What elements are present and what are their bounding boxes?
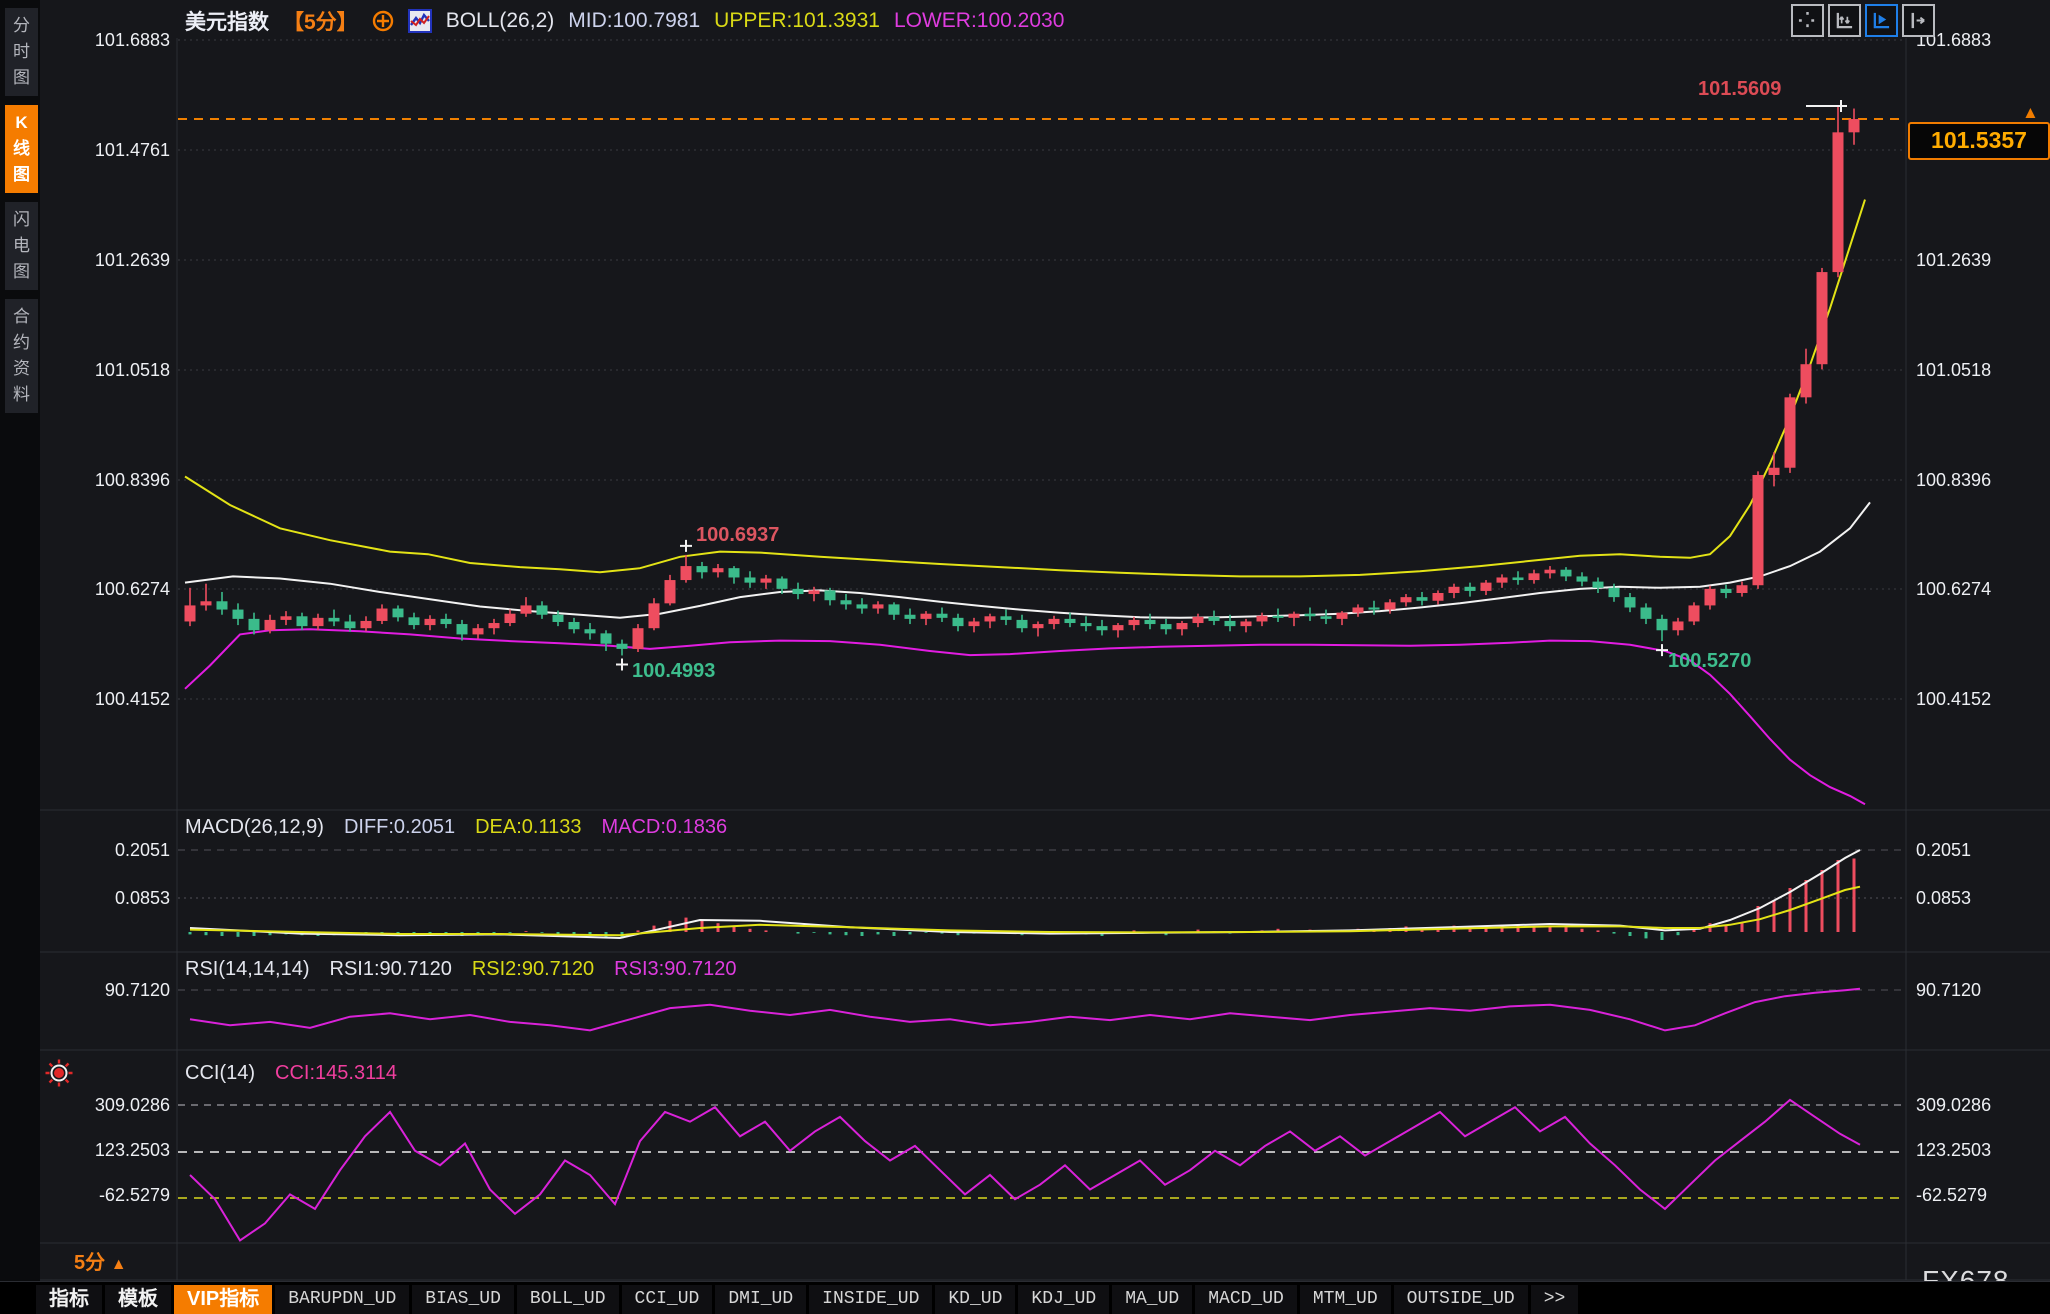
left-axis-tick: 0.0853: [36, 887, 170, 909]
left-axis-tick: 100.8396: [36, 469, 170, 491]
right-axis-tick: 123.2503: [1916, 1139, 2050, 1161]
indicator-tab-mtm_ud[interactable]: MTM_UD: [1300, 1285, 1391, 1314]
sidebar-tab-4[interactable]: 合 约 资 料: [5, 299, 38, 413]
right-axis-tick: 100.4152: [1916, 688, 2050, 710]
macd-dea-value: DEA:0.1133: [475, 816, 581, 839]
symbol-title: 美元指数: [185, 6, 269, 36]
right-axis-tick: 101.2639: [1916, 249, 2050, 271]
extreme-markers: [616, 100, 1847, 670]
indicator-chart-icon[interactable]: [408, 9, 432, 33]
right-axis-tick: 101.0518: [1916, 359, 2050, 381]
indicator-tab-kdj_ud[interactable]: KDJ_UD: [1018, 1285, 1109, 1314]
indicator-tab-[interactable]: 指标: [36, 1285, 102, 1314]
indicator-tab-inside_ud[interactable]: INSIDE_UD: [809, 1285, 932, 1314]
candlestick-series: [185, 106, 1860, 655]
right-axis-tick: 100.6274: [1916, 578, 2050, 600]
pan-crosshair-icon[interactable]: [1791, 4, 1824, 37]
shift-right-icon[interactable]: [1902, 4, 1935, 37]
right-axis-tick: -62.5279: [1916, 1184, 2050, 1206]
price-annotation: 100.5270: [1668, 650, 1751, 673]
cci-value: CCI:145.3114: [275, 1062, 397, 1085]
rsi1-value: RSI1:90.7120: [330, 958, 452, 981]
indicator-tab-kd_ud[interactable]: KD_UD: [935, 1285, 1015, 1314]
price-annotation: 101.5609: [1698, 78, 1781, 101]
left-axis-tick: 309.0286: [36, 1094, 170, 1116]
right-axis-tick: 90.7120: [1916, 979, 2050, 1001]
last-price-box: 101.5357: [1908, 122, 2050, 160]
axis-range-icon[interactable]: [1828, 4, 1861, 37]
left-axis-tick: 0.2051: [36, 839, 170, 861]
period-label: 【5分】: [283, 6, 358, 36]
rsi-line: [190, 989, 1860, 1031]
chart-header: 美元指数 【5分】 BOLL(26,2) MID:100.7981 UPPER:…: [185, 6, 1064, 36]
price-annotation: 100.4993: [632, 660, 715, 683]
macd-panel-header: MACD(26,12,9) DIFF:0.2051 DEA:0.1133 MAC…: [185, 816, 727, 839]
indicator-tab-outside_ud[interactable]: OUTSIDE_UD: [1394, 1285, 1528, 1314]
price-up-arrow-icon: ▲: [2022, 104, 2039, 121]
indicator-tab-dmi_ud[interactable]: DMI_UD: [715, 1285, 806, 1314]
left-axis-tick: 101.2639: [36, 249, 170, 271]
right-axis-tick: 101.6883: [1916, 29, 2050, 51]
macd-macd-value: MACD:0.1836: [601, 816, 727, 839]
boll-mid-band: [185, 502, 1870, 617]
left-axis-tick: 100.4152: [36, 688, 170, 710]
left-axis-tick: -62.5279: [36, 1184, 170, 1206]
rsi-name: RSI(14,14,14): [185, 958, 310, 981]
left-axis-tick: 123.2503: [36, 1139, 170, 1161]
indicator-tab-vip[interactable]: VIP指标: [174, 1285, 272, 1314]
boll-upper-band: [185, 200, 1865, 577]
trading-app-window: 分 时 图 K 线 图闪 电 图合 约 资 料 美元指数 【5分】 BOLL(26…: [0, 0, 2050, 1314]
right-axis-tick: 100.8396: [1916, 469, 2050, 491]
right-axis-tick: 309.0286: [1916, 1094, 2050, 1116]
indicator-tab-[interactable]: 模板: [105, 1285, 171, 1314]
rsi2-value: RSI2:90.7120: [472, 958, 594, 981]
indicator-tab-boll_ud[interactable]: BOLL_UD: [517, 1285, 619, 1314]
cci-line: [190, 1100, 1860, 1241]
boll-upper-value: UPPER:101.3931: [714, 9, 880, 33]
macd-panel: [190, 850, 1860, 940]
left-axis-tick: 100.6274: [36, 578, 170, 600]
hot-point-icon[interactable]: [44, 1058, 74, 1093]
interval-label[interactable]: 5分 ▲: [74, 1246, 127, 1275]
macd-diff-value: DIFF:0.2051: [344, 816, 455, 839]
view-toolbar: [1791, 4, 1935, 37]
cci-panel-header: CCI(14) CCI:145.3114: [185, 1062, 397, 1085]
indicator-tab-macd_ud[interactable]: MACD_UD: [1195, 1285, 1297, 1314]
price-annotation: 100.6937: [696, 524, 779, 547]
indicator-tab-ma_ud[interactable]: MA_UD: [1112, 1285, 1192, 1314]
interval-up-arrow-icon: ▲: [111, 1256, 127, 1273]
auto-scroll-icon[interactable]: [1865, 4, 1898, 37]
boll-lower-value: LOWER:100.2030: [894, 9, 1064, 33]
left-axis-tick: 101.0518: [36, 359, 170, 381]
sidebar-tab-1[interactable]: 分 时 图: [5, 8, 38, 96]
indicator-tab-bar: 指标模板VIP指标BARUPDN_UDBIAS_UDBOLL_UDCCI_UDD…: [0, 1281, 2050, 1314]
rsi-panel-header: RSI(14,14,14) RSI1:90.7120 RSI2:90.7120 …: [185, 958, 737, 981]
right-axis-tick: 0.0853: [1916, 887, 2050, 909]
right-axis-tick: 0.2051: [1916, 839, 2050, 861]
boll-indicator-label: BOLL(26,2): [446, 9, 555, 33]
left-sidebar: 分 时 图 K 线 图闪 电 图合 约 资 料: [0, 0, 40, 1281]
boll-mid-value: MID:100.7981: [568, 9, 700, 33]
indicator-tab-cci_ud[interactable]: CCI_UD: [622, 1285, 713, 1314]
left-axis-tick: 90.7120: [36, 979, 170, 1001]
rsi3-value: RSI3:90.7120: [614, 958, 736, 981]
left-axis-tick: 101.6883: [36, 29, 170, 51]
cci-name: CCI(14): [185, 1062, 255, 1085]
left-axis-tick: 101.4761: [36, 139, 170, 161]
circle-plus-icon[interactable]: [372, 10, 394, 32]
indicator-tab-bias_ud[interactable]: BIAS_UD: [412, 1285, 514, 1314]
indicator-tab-[interactable]: >>: [1531, 1285, 1579, 1314]
macd-name: MACD(26,12,9): [185, 816, 324, 839]
sidebar-tab-2[interactable]: K 线 图: [5, 105, 38, 193]
sidebar-tab-3[interactable]: 闪 电 图: [5, 202, 38, 290]
indicator-tab-barupdn_ud[interactable]: BARUPDN_UD: [275, 1285, 409, 1314]
boll-lower-band: [185, 629, 1865, 804]
